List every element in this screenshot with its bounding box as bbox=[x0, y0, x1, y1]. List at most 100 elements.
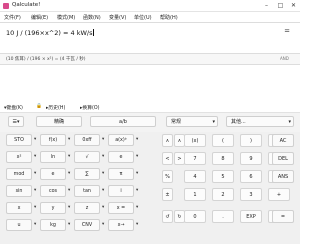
number-key[interactable]: 9 bbox=[240, 152, 262, 165]
close-button[interactable]: ✕ bbox=[289, 2, 298, 10]
number-key[interactable]: 2 bbox=[212, 188, 234, 201]
function-key[interactable]: tan bbox=[74, 185, 100, 197]
mode-select[interactable]: 常规 ▾ bbox=[166, 116, 218, 127]
number-key[interactable]: EXP bbox=[240, 210, 262, 223]
function-key[interactable]: 0xff bbox=[74, 134, 100, 146]
result-text: (10 焦耳) / (196 × x²) = (4 千瓦 / 秒) bbox=[6, 57, 86, 62]
function-key[interactable]: f(x) bbox=[40, 134, 66, 146]
function-key[interactable]: sin bbox=[6, 185, 32, 197]
equals-button[interactable]: = bbox=[282, 27, 292, 36]
menu-variables[interactable]: 变量(V) bbox=[109, 14, 126, 21]
function-key[interactable]: u bbox=[6, 219, 32, 231]
key-menu-arrow-icon[interactable]: ▾ bbox=[68, 137, 70, 142]
key-menu-arrow-icon[interactable]: ▾ bbox=[68, 154, 70, 159]
number-key[interactable]: (x) bbox=[184, 134, 206, 147]
navigation-key[interactable]: ↻ bbox=[174, 210, 185, 223]
function-key[interactable]: π bbox=[108, 168, 134, 180]
key-menu-arrow-icon[interactable]: ▾ bbox=[136, 154, 138, 159]
key-menu-arrow-icon[interactable]: ▾ bbox=[102, 205, 104, 210]
number-key[interactable]: + bbox=[268, 188, 290, 201]
number-key[interactable]: 0 bbox=[184, 210, 206, 223]
function-key[interactable]: z bbox=[74, 202, 100, 214]
navigation-key[interactable]: < bbox=[162, 152, 173, 165]
function-key[interactable]: e bbox=[108, 151, 134, 163]
number-key[interactable]: . bbox=[212, 210, 234, 223]
number-key[interactable]: 6 bbox=[240, 170, 262, 183]
minimize-button[interactable]: – bbox=[262, 2, 271, 10]
key-menu-arrow-icon[interactable]: ▾ bbox=[34, 137, 36, 142]
function-key[interactable]: x bbox=[6, 202, 32, 214]
menu-units[interactable]: 单位(U) bbox=[134, 14, 152, 21]
key-menu-arrow-icon[interactable]: ▾ bbox=[102, 222, 104, 227]
maximize-button[interactable]: □ bbox=[276, 2, 285, 10]
function-key[interactable]: ln bbox=[40, 151, 66, 163]
key-menu-arrow-icon[interactable]: ▾ bbox=[68, 171, 70, 176]
menu-help[interactable]: 帮助(H) bbox=[160, 14, 178, 21]
key-menu-arrow-icon[interactable]: ▾ bbox=[68, 222, 70, 227]
number-key[interactable]: ) bbox=[240, 134, 262, 147]
navigation-key[interactable]: % bbox=[162, 170, 173, 183]
function-key[interactable]: CNV bbox=[74, 219, 100, 231]
menu-mode[interactable]: 模式(M) bbox=[57, 14, 75, 21]
key-menu-arrow-icon[interactable]: ▾ bbox=[68, 205, 70, 210]
key-menu-arrow-icon[interactable]: ▾ bbox=[136, 171, 138, 176]
function-key[interactable]: y bbox=[40, 202, 66, 214]
expression-input[interactable] bbox=[0, 22, 300, 54]
function-key[interactable]: cos bbox=[40, 185, 66, 197]
fraction-toggle[interactable]: a/b bbox=[90, 116, 156, 127]
key-menu-arrow-icon[interactable]: ▾ bbox=[102, 171, 104, 176]
text-caret bbox=[92, 29, 94, 36]
key-menu-arrow-icon[interactable]: ▾ bbox=[102, 137, 104, 142]
key-menu-arrow-icon[interactable]: ▾ bbox=[136, 137, 138, 142]
side-key[interactable]: ANS bbox=[272, 170, 294, 183]
function-key[interactable]: e bbox=[40, 168, 66, 180]
more-functions-select[interactable]: 其他... ▾ bbox=[226, 116, 294, 127]
expression-text[interactable]: 10 J / (196×x^2) = 4 kW/s bbox=[6, 29, 94, 37]
number-key[interactable]: 4 bbox=[184, 170, 206, 183]
number-key[interactable]: ( bbox=[212, 134, 234, 147]
key-menu-arrow-icon[interactable]: ▾ bbox=[136, 205, 138, 210]
function-key[interactable]: kg bbox=[40, 219, 66, 231]
function-key[interactable]: x = bbox=[108, 202, 134, 214]
key-menu-arrow-icon[interactable]: ▾ bbox=[136, 222, 138, 227]
number-key[interactable]: 1 bbox=[184, 188, 206, 201]
side-key[interactable]: AC bbox=[272, 134, 294, 147]
navigation-key[interactable]: ∧ bbox=[162, 134, 173, 147]
navigation-key[interactable]: ↺ bbox=[162, 210, 173, 223]
number-key[interactable]: 3 bbox=[240, 188, 262, 201]
function-key[interactable]: STO bbox=[6, 134, 32, 146]
key-menu-arrow-icon[interactable]: ▾ bbox=[34, 171, 36, 176]
key-menu-arrow-icon[interactable]: ▾ bbox=[102, 188, 104, 193]
menu-functions[interactable]: 函数(N) bbox=[83, 14, 101, 21]
function-key[interactable]: ∑ bbox=[74, 168, 100, 180]
menu-file[interactable]: 文件(F) bbox=[4, 14, 21, 21]
function-key[interactable]: √ bbox=[74, 151, 100, 163]
exact-toggle[interactable]: 精确 bbox=[36, 116, 82, 127]
side-key[interactable]: = bbox=[272, 210, 294, 223]
key-menu-arrow-icon[interactable]: ▾ bbox=[136, 188, 138, 193]
navigation-key[interactable]: > bbox=[174, 152, 185, 165]
key-menu-arrow-icon[interactable]: ▾ bbox=[102, 154, 104, 159]
function-key[interactable]: i bbox=[108, 185, 134, 197]
menu-edit[interactable]: 编辑(E) bbox=[31, 14, 48, 21]
keypad-toggle[interactable]: ▾键盘(K) bbox=[4, 104, 23, 111]
keypad-menu-button[interactable]: ☰▾ bbox=[8, 116, 24, 127]
key-menu-arrow-icon[interactable]: ▾ bbox=[34, 188, 36, 193]
navigation-key[interactable]: ∧ bbox=[174, 134, 185, 147]
function-key[interactable]: x² bbox=[6, 151, 32, 163]
navigation-key[interactable]: ± bbox=[162, 188, 173, 201]
lock-icon[interactable]: 🔒 bbox=[36, 104, 42, 109]
key-menu-arrow-icon[interactable]: ▾ bbox=[34, 205, 36, 210]
conversion-toggle[interactable]: ▸换算(O) bbox=[80, 104, 100, 111]
key-menu-arrow-icon[interactable]: ▾ bbox=[34, 154, 36, 159]
side-key[interactable]: DEL bbox=[272, 152, 294, 165]
function-key[interactable]: mod bbox=[6, 168, 32, 180]
function-key[interactable]: x→ bbox=[108, 219, 134, 231]
function-key[interactable]: a(x)ᵇ bbox=[108, 134, 134, 146]
key-menu-arrow-icon[interactable]: ▾ bbox=[34, 222, 36, 227]
history-toggle[interactable]: ▸历史(H) bbox=[46, 104, 65, 111]
number-key[interactable]: 7 bbox=[184, 152, 206, 165]
number-key[interactable]: 5 bbox=[212, 170, 234, 183]
number-key[interactable]: 8 bbox=[212, 152, 234, 165]
key-menu-arrow-icon[interactable]: ▾ bbox=[68, 188, 70, 193]
